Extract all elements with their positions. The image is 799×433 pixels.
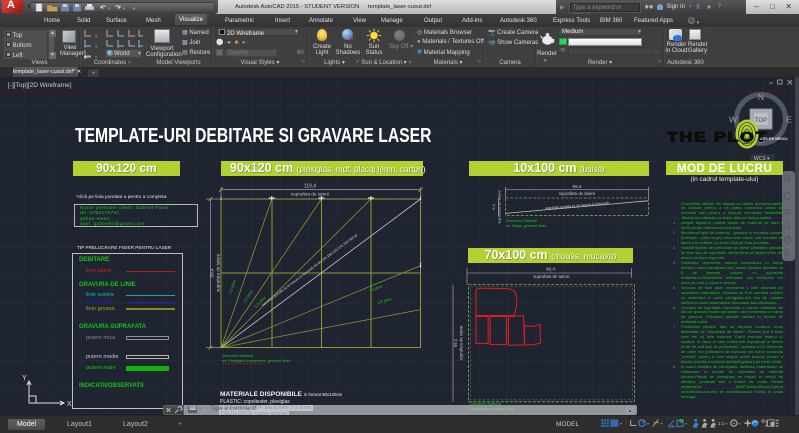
svg-text:THE PLOT: THE PLOT xyxy=(667,130,768,145)
svg-text:1:1: 1:1 xyxy=(718,421,725,426)
svg-text:▾: ▾ xyxy=(95,54,98,59)
svg-text:Denumire Material: Denumire Material xyxy=(222,354,253,358)
svg-text:▾: ▾ xyxy=(661,421,663,426)
svg-text:Denumire Material: Denumire Material xyxy=(506,219,537,223)
svg-text:N: N xyxy=(758,92,764,102)
svg-text:▾: ▾ xyxy=(95,44,98,49)
svg-text:ex. Balsa, grosime 3mm: ex. Balsa, grosime 3mm xyxy=(506,224,547,228)
svg-text:TOP: TOP xyxy=(755,118,767,124)
svg-text:▾: ▾ xyxy=(738,421,740,426)
svg-text:▾: ▾ xyxy=(725,421,727,426)
svg-text:ATELIER MENCU: ATELIER MENCU xyxy=(760,137,788,141)
svg-text:▾: ▾ xyxy=(620,421,622,426)
svg-text:ex. Plexiglass transparent, gr: ex. Plexiglass transparent, grosime 3mm xyxy=(222,359,291,363)
svg-text:suprafata de taiere: suprafata de taiere xyxy=(459,325,464,361)
svg-text:suprafata de taiere: suprafata de taiere xyxy=(497,190,502,224)
svg-text:suprafata de taiere: suprafata de taiere xyxy=(559,191,596,196)
svg-text:Y: Y xyxy=(22,375,27,382)
svg-text:▾: ▾ xyxy=(685,421,687,426)
svg-text:9,4: 9,4 xyxy=(491,203,496,209)
svg-text:0,5 pline: 0,5 pline xyxy=(228,279,237,294)
svg-text:69,4: 69,4 xyxy=(453,338,458,347)
svg-text:suprafata de taiere: suprafata de taiere xyxy=(216,253,221,292)
svg-text:suprafata de taiere: suprafata de taiere xyxy=(291,192,330,197)
svg-text:suprafata de taiere: suprafata de taiere xyxy=(533,274,570,279)
svg-text:1/9 pline: 1/9 pline xyxy=(377,297,392,305)
svg-text:▾: ▾ xyxy=(133,6,136,11)
svg-text:▾: ▾ xyxy=(108,6,111,11)
svg-text:89,4: 89,4 xyxy=(210,268,215,277)
svg-text:W: W xyxy=(729,115,737,125)
svg-text:▾: ▾ xyxy=(647,421,649,426)
svg-text:99,4: 99,4 xyxy=(573,184,582,189)
svg-text:119,4: 119,4 xyxy=(304,184,316,190)
svg-text:▾: ▾ xyxy=(123,6,126,11)
svg-text:E: E xyxy=(786,115,792,125)
svg-text:suprafata gravata (a se hasura: suprafata gravata (a se hasura in Autoca… xyxy=(545,201,609,210)
svg-text:suprafata gravata (a se hasura: suprafata gravata (a se hasura in Autoca… xyxy=(261,233,359,307)
svg-text:99,4: 99,4 xyxy=(546,267,555,272)
svg-text:▾: ▾ xyxy=(95,34,98,39)
